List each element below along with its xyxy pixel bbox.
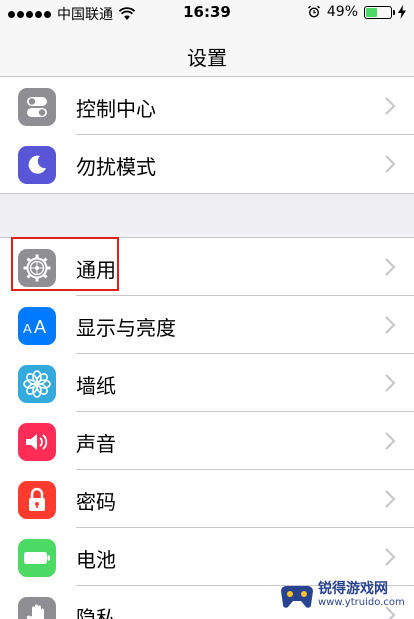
settings-item-do-not-disturb[interactable]: 勿扰模式 (0, 135, 414, 193)
battery-percent: 49% (326, 4, 358, 20)
chevron-right-icon (385, 97, 396, 115)
settings-item-label: 控制中心 (76, 97, 156, 121)
settings-item-label: 电池 (76, 548, 116, 572)
settings-item-passcode[interactable]: 密码 (0, 470, 414, 528)
settings-item-label: 隐私 (76, 606, 116, 619)
speaker-icon (18, 423, 56, 461)
settings-item-label: 声音 (76, 432, 116, 456)
alarm-icon (307, 5, 320, 18)
battery-icon (364, 5, 395, 19)
chevron-right-icon (385, 155, 396, 173)
settings-item-sounds[interactable]: 声音 (0, 412, 414, 470)
settings-item-label: 通用 (76, 258, 116, 282)
text-size-icon: A A (18, 307, 56, 345)
watermark-url: www.ytruido.com (318, 597, 405, 609)
svg-text:A: A (34, 317, 46, 337)
svg-text:A: A (23, 321, 32, 336)
chevron-right-icon (385, 374, 396, 392)
chevron-right-icon (385, 490, 396, 508)
watermark-title: 锐得游戏网 (318, 580, 388, 597)
settings-item-display-brightness[interactable]: A A 显示与亮度 (0, 296, 414, 354)
settings-item-control-center[interactable]: 控制中心 (0, 77, 414, 135)
watermark-logo: 锐得游戏网 www.ytruido.com (280, 575, 408, 615)
chevron-right-icon (385, 316, 396, 334)
nav-bar: 设置 (0, 28, 414, 82)
page-title: 设置 (187, 46, 227, 70)
settings-item-label: 勿扰模式 (76, 155, 156, 179)
moon-icon (18, 146, 56, 184)
battery-icon (18, 539, 56, 577)
charging-bolt-icon (398, 5, 406, 19)
gamepad-logo-icon (281, 586, 313, 608)
lock-icon (18, 481, 56, 519)
settings-item-wallpaper[interactable]: 墙纸 (0, 354, 414, 412)
chevron-right-icon (385, 432, 396, 450)
gear-icon (18, 249, 56, 287)
settings-item-label: 墙纸 (76, 374, 116, 398)
chevron-right-icon (385, 548, 396, 566)
settings-item-label: 密码 (76, 490, 116, 514)
switches-icon (18, 88, 56, 126)
hand-icon (18, 597, 56, 619)
settings-group-1: 控制中心 勿扰模式 (0, 76, 414, 194)
settings-item-label: 显示与亮度 (76, 316, 176, 340)
chevron-right-icon (385, 258, 396, 276)
status-right: 49% (307, 4, 406, 20)
status-bar: 中国联通 16:39 49% (0, 0, 414, 28)
settings-item-general[interactable]: 通用 (0, 238, 414, 296)
settings-group-2: 通用 A A 显示与亮度 墙纸 声音 密码 电池 隐私 (0, 237, 414, 619)
flower-icon (18, 365, 56, 403)
settings-screen: 中国联通 16:39 49% 设置 控制中心 勿扰模式 通用 A A 显示与亮度… (0, 0, 414, 619)
